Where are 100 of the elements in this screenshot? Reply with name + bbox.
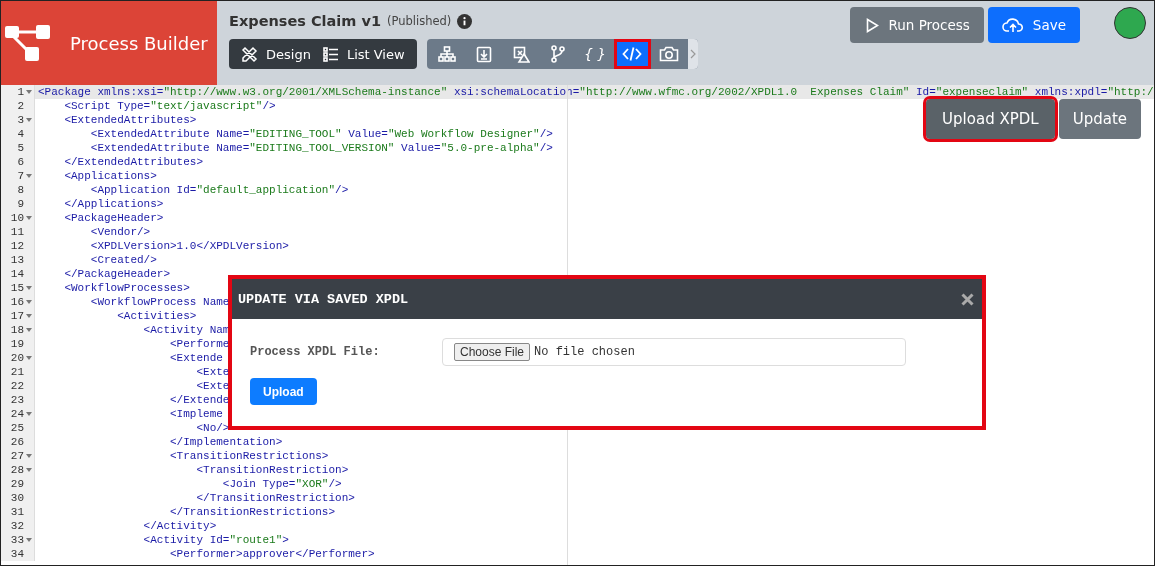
line-number: 12: [10, 239, 24, 253]
code-line: <Performe: [169, 337, 230, 351]
line-number: 20: [10, 351, 24, 365]
import-icon: [476, 45, 493, 63]
line-number: 13: [10, 253, 24, 267]
upload-button[interactable]: Upload: [250, 378, 317, 405]
fold-arrow-icon[interactable]: [26, 216, 32, 220]
view-tab[interactable]: List View: [316, 39, 411, 69]
line-number: 14: [10, 267, 24, 281]
code-line: </TransitionRestriction>: [195, 491, 355, 505]
upload-xpdl-button[interactable]: Upload XPDL: [926, 99, 1055, 139]
cloud-upload-icon: [1001, 17, 1024, 33]
play-icon: [866, 17, 880, 33]
code-line: <Exte: [195, 365, 230, 379]
code-line: <Created/>: [89, 253, 157, 267]
chevron-right-icon[interactable]: [689, 49, 696, 59]
code-line: <WorkflowProcesses>: [63, 281, 190, 295]
file-status: No file chosen: [534, 345, 635, 359]
code-line: </Implementation>: [169, 435, 283, 449]
code-line: <ExtendedAttributes>: [63, 113, 197, 127]
flowchart-logo-icon: [4, 24, 52, 62]
line-number: 17: [10, 309, 24, 323]
branch-icon: [551, 45, 566, 63]
code-line: <ExtendedAttribute Name="EDITING_TOOL" Value="Web Workflow Designer"/>: [89, 127, 553, 141]
line-number: 10: [10, 211, 24, 225]
line-number: 24: [10, 407, 24, 421]
fold-arrow-icon[interactable]: [26, 454, 32, 458]
fold-arrow-icon[interactable]: [26, 286, 32, 290]
file-input-field[interactable]: Choose File No file chosen: [442, 338, 906, 366]
fold-arrow-icon[interactable]: [26, 356, 32, 360]
line-number: 23: [10, 393, 24, 407]
process-title: Expenses Claim v1: [229, 13, 381, 29]
shapes-icon: [512, 45, 530, 63]
code-line: <Activities>: [116, 309, 197, 323]
code-line: <Application Id="default_application"/>: [89, 183, 349, 197]
choose-file-button[interactable]: Choose File: [454, 343, 531, 361]
fold-arrow-icon[interactable]: [26, 174, 32, 178]
code-line: <Script Type="text/javascript"/>: [63, 99, 276, 113]
code-line: <TransitionRestrictions>: [169, 449, 329, 463]
code-line: <No/>: [195, 421, 230, 435]
line-number: 32: [10, 519, 24, 533]
code-line: <TransitionRestriction>: [195, 463, 349, 477]
code-line: </Applications>: [63, 197, 164, 211]
line-number: 8: [17, 183, 24, 197]
view-tab[interactable]: Design: [235, 39, 317, 69]
fold-arrow-icon[interactable]: [26, 328, 32, 332]
code-line: <Join Type="XOR"/>: [221, 477, 342, 491]
fold-arrow-icon[interactable]: [26, 300, 32, 304]
line-number: 15: [10, 281, 24, 295]
code-line: <Package xmlns:xsi="http://www.w3.org/2001/XMLSchema-instance" xsi:schemaLocation="http://www.wfmc.org/2002/XPDL1.0 Expenses Claim" Id="expenseclaim" xmlns:xpdl="http:/: [38, 85, 1154, 99]
code-icon: [622, 46, 643, 62]
field-label: Process XPDL File:: [250, 345, 381, 359]
fold-arrow-icon[interactable]: [26, 538, 32, 542]
line-number: 4: [17, 127, 24, 141]
code-line: </ExtendedAttributes>: [63, 155, 204, 169]
line-number: 2: [17, 99, 24, 113]
tool-button[interactable]: [613, 39, 651, 69]
line-number: 19: [10, 337, 24, 351]
app-title: Process Builder: [70, 32, 208, 54]
status-label: (Published): [387, 14, 452, 28]
pencil-ruler-icon: [241, 45, 258, 63]
code-line: </Activity>: [142, 519, 217, 533]
user-avatar[interactable]: [1114, 7, 1146, 39]
fold-arrow-icon[interactable]: [26, 90, 32, 94]
run-process-button[interactable]: Run Process: [850, 7, 984, 43]
fold-arrow-icon[interactable]: [26, 468, 32, 472]
save-button[interactable]: Save: [987, 7, 1080, 43]
fold-arrow-icon[interactable]: [26, 314, 32, 318]
line-number: 27: [10, 449, 24, 463]
fold-arrow-icon[interactable]: [26, 412, 32, 416]
line-number: 30: [10, 491, 24, 505]
update-button[interactable]: Update: [1058, 99, 1141, 139]
code-line: <Applications>: [63, 169, 157, 183]
code-line: </PackageHeader>: [63, 267, 171, 281]
line-number: 26: [10, 435, 24, 449]
code-line: <Activity Id="route1">: [142, 533, 289, 547]
line-number: 5: [17, 141, 24, 155]
dialog-title: UPDATE VIA SAVED XPDL: [238, 291, 409, 307]
line-number: 9: [17, 197, 24, 211]
list-icon: [322, 46, 339, 62]
code-line: <Performer>approver</Performer>: [169, 547, 375, 561]
line-number: 3: [17, 113, 24, 127]
line-number: 34: [10, 547, 24, 561]
line-number: 22: [10, 379, 24, 393]
close-icon[interactable]: [961, 292, 974, 306]
code-line: <WorkflowProcess Name: [89, 295, 230, 309]
code-line: </TransitionRestrictions>: [169, 505, 336, 519]
fold-arrow-icon[interactable]: [26, 118, 32, 122]
line-number: 7: [17, 169, 24, 183]
code-line: <XPDLVersion>1.0</XPDLVersion>: [89, 239, 289, 253]
code-line: <Vendor/>: [89, 225, 151, 239]
info-icon[interactable]: [457, 13, 473, 29]
code-line: <Extende: [169, 351, 223, 365]
line-number: 29: [10, 477, 24, 491]
code-line: <PackageHeader>: [63, 211, 164, 225]
code-line: </Extende: [169, 393, 230, 407]
line-number: 33: [10, 533, 24, 547]
tool-button[interactable]: { }: [576, 39, 614, 69]
line-number: 6: [17, 155, 24, 169]
line-number: 28: [10, 463, 24, 477]
